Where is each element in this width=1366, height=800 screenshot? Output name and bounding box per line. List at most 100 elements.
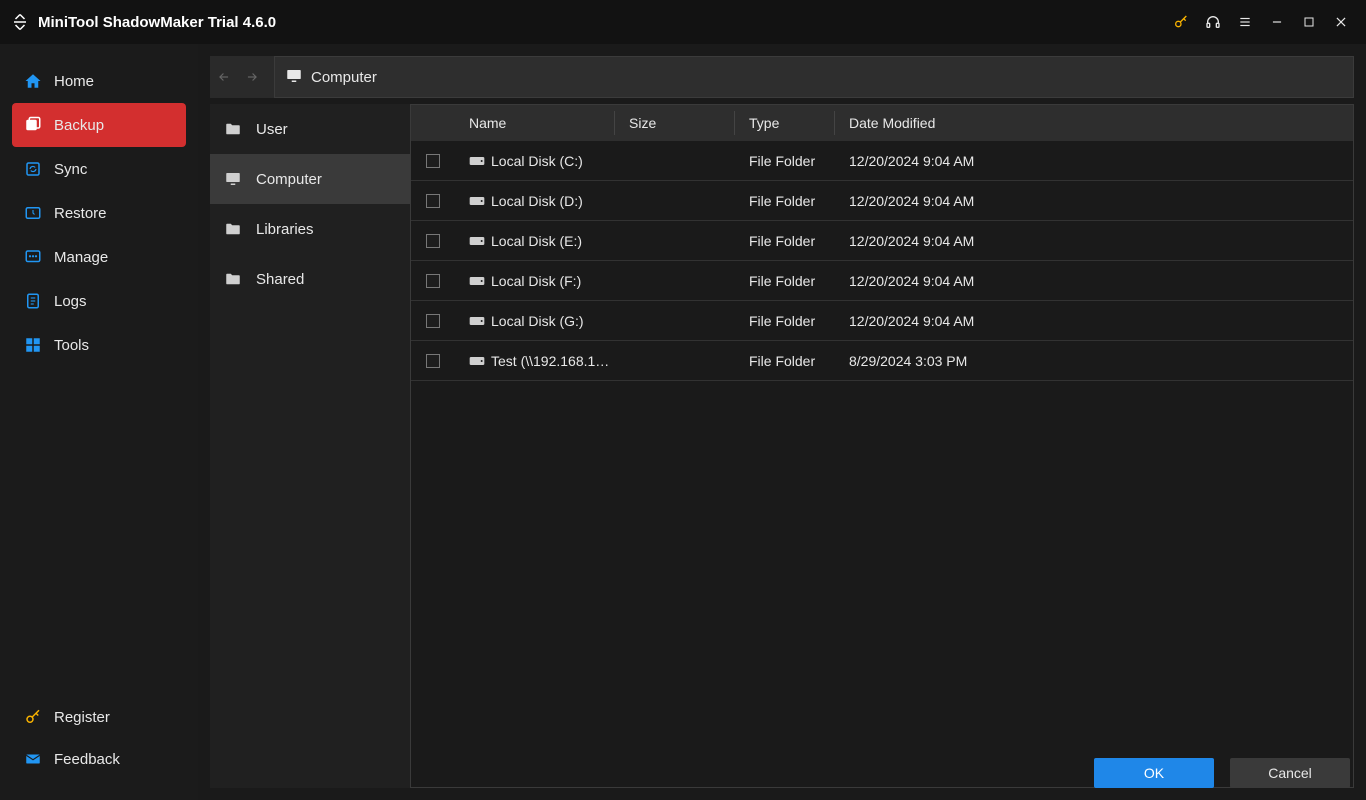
sidebar-item-label: Sync (54, 161, 87, 178)
drive-icon (469, 155, 485, 167)
title-left: MiniTool ShadowMaker Trial 4.6.0 (10, 12, 276, 32)
sidebar-item-label: Restore (54, 205, 107, 222)
sidebar-item-sync[interactable]: Sync (12, 147, 186, 191)
sidebar-bottom: Register Feedback (0, 696, 198, 800)
table-row[interactable]: Local Disk (C:) File Folder12/20/2024 9:0… (411, 141, 1353, 181)
table-row[interactable]: Local Disk (G:) File Folder12/20/2024 9:0… (411, 301, 1353, 341)
home-icon (24, 72, 42, 90)
path-input[interactable]: Computer (274, 56, 1354, 98)
sidebar-item-label: Home (54, 73, 94, 90)
row-type: File Folder (735, 233, 835, 249)
sidebar-nav: Home Backup Sync Restore (0, 59, 198, 367)
app-title: MiniTool ShadowMaker Trial 4.6.0 (38, 14, 276, 31)
row-name: Local Disk (C:) (455, 153, 615, 169)
monitor-icon (224, 170, 242, 188)
sidebar-item-label: Register (54, 709, 110, 726)
cancel-button[interactable]: Cancel (1230, 758, 1350, 788)
file-table: Name Size Type Date Modified Local Disk … (410, 104, 1354, 788)
app-logo-icon (10, 12, 30, 32)
restore-icon (24, 204, 42, 222)
row-checkbox[interactable] (411, 234, 455, 248)
table-header: Name Size Type Date Modified (411, 105, 1353, 141)
maximize-icon[interactable] (1294, 7, 1324, 37)
table-row[interactable]: Test (\\192.168.1…File Folder8/29/2024 3… (411, 341, 1353, 381)
row-type: File Folder (735, 153, 835, 169)
row-checkbox[interactable] (411, 194, 455, 208)
row-checkbox[interactable] (411, 154, 455, 168)
sidebar-item-manage[interactable]: Manage (12, 235, 186, 279)
row-checkbox[interactable] (411, 274, 455, 288)
sidebar-item-logs[interactable]: Logs (12, 279, 186, 323)
sidebar-item-restore[interactable]: Restore (12, 191, 186, 235)
nav-back-icon[interactable] (210, 56, 238, 98)
row-date: 12/20/2024 9:04 AM (835, 313, 985, 329)
titlebar: MiniTool ShadowMaker Trial 4.6.0 (0, 0, 1366, 44)
table-row[interactable]: Local Disk (F:)File Folder12/20/2024 9:0… (411, 261, 1353, 301)
row-type: File Folder (735, 193, 835, 209)
close-icon[interactable] (1326, 7, 1356, 37)
column-name[interactable]: Name (455, 111, 615, 135)
manage-icon (24, 248, 42, 266)
row-date: 12/20/2024 9:04 AM (835, 193, 985, 209)
sidebar-item-label: Logs (54, 293, 87, 310)
tree-item-label: Libraries (256, 221, 314, 238)
row-name: Test (\\192.168.1… (455, 353, 615, 369)
sidebar-item-label: Manage (54, 249, 108, 266)
sidebar-item-label: Tools (54, 337, 89, 354)
row-type: File Folder (735, 313, 835, 329)
tools-icon (24, 336, 42, 354)
column-type[interactable]: Type (735, 111, 835, 135)
tree-item-user[interactable]: User (210, 104, 410, 154)
menu-icon[interactable] (1230, 7, 1260, 37)
drive-icon (469, 195, 485, 207)
drive-icon (469, 275, 485, 287)
column-size[interactable]: Size (615, 111, 735, 135)
table-row[interactable]: Local Disk (E:)File Folder12/20/2024 9:0… (411, 221, 1353, 261)
row-date: 12/20/2024 9:04 AM (835, 153, 985, 169)
sidebar-item-label: Backup (54, 117, 104, 134)
main-layout: Home Backup Sync Restore (0, 44, 1366, 800)
column-check[interactable] (411, 111, 455, 135)
tree-item-libraries[interactable]: Libraries (210, 204, 410, 254)
tree-item-label: Shared (256, 271, 304, 288)
row-name: Local Disk (D:) (455, 193, 615, 209)
tree-item-computer[interactable]: Computer (210, 154, 410, 204)
sidebar-item-home[interactable]: Home (12, 59, 186, 103)
headset-icon[interactable] (1198, 7, 1228, 37)
tree-item-shared[interactable]: Shared (210, 254, 410, 304)
logs-icon (24, 292, 42, 310)
sidebar: Home Backup Sync Restore (0, 44, 198, 800)
title-right (1166, 7, 1356, 37)
folder-icon (224, 120, 242, 138)
column-date[interactable]: Date Modified (835, 111, 985, 135)
table-body: Local Disk (C:)File Folder12/20/2024 9:0… (411, 141, 1353, 787)
drive-icon (469, 235, 485, 247)
table-row[interactable]: Local Disk (D:) File Folder12/20/2024 9:0… (411, 181, 1353, 221)
drive-icon (469, 315, 485, 327)
key-icon[interactable] (1166, 7, 1196, 37)
row-type: File Folder (735, 353, 835, 369)
row-checkbox[interactable] (411, 314, 455, 328)
row-checkbox[interactable] (411, 354, 455, 368)
folder-icon (224, 220, 242, 238)
sidebar-item-feedback[interactable]: Feedback (12, 738, 186, 780)
monitor-icon (285, 67, 303, 88)
key-icon (24, 708, 42, 726)
tree-item-label: User (256, 121, 288, 138)
content-area: Computer User Computer (198, 44, 1366, 800)
source-tree: User Computer Libraries (210, 104, 410, 788)
row-type: File Folder (735, 273, 835, 289)
backup-icon (24, 116, 42, 134)
sidebar-item-tools[interactable]: Tools (12, 323, 186, 367)
sidebar-item-register[interactable]: Register (12, 696, 186, 738)
drive-icon (469, 355, 485, 367)
nav-forward-icon[interactable] (238, 56, 266, 98)
row-name: Local Disk (G:) (455, 313, 615, 329)
row-date: 12/20/2024 9:04 AM (835, 233, 985, 249)
sidebar-item-backup[interactable]: Backup (12, 103, 186, 147)
file-browser: User Computer Libraries (210, 104, 1354, 788)
row-date: 12/20/2024 9:04 AM (835, 273, 985, 289)
ok-button[interactable]: OK (1094, 758, 1214, 788)
minimize-icon[interactable] (1262, 7, 1292, 37)
path-bar: Computer (210, 56, 1354, 98)
